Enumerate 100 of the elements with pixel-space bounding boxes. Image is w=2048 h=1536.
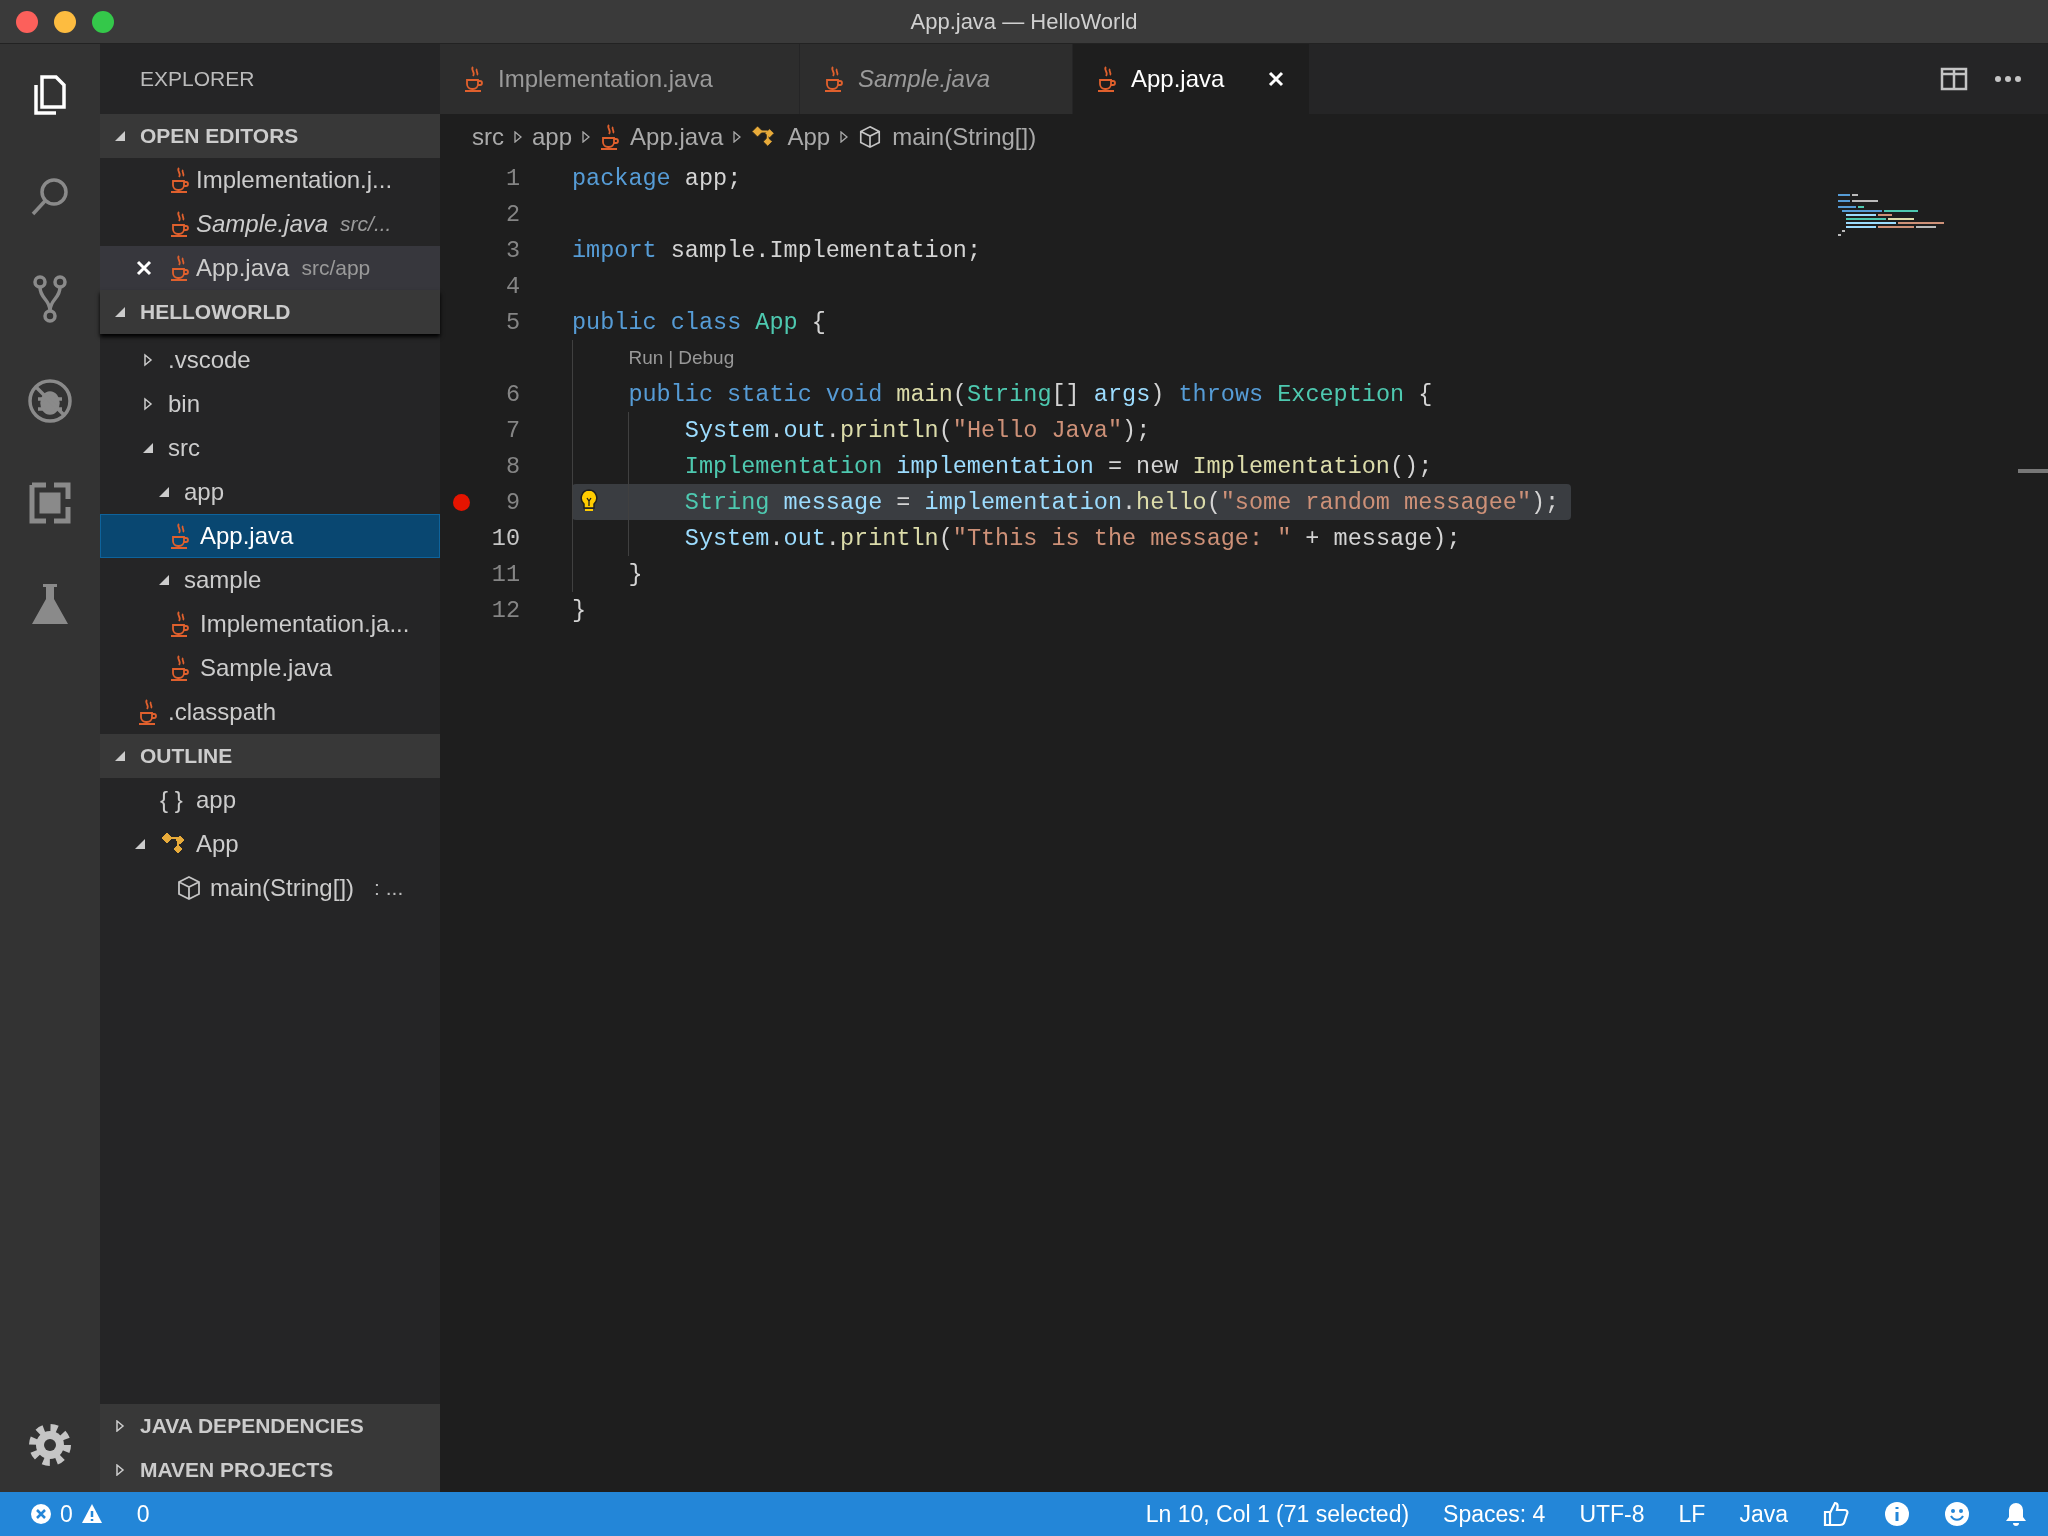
close-icon[interactable] <box>136 260 152 276</box>
open-editor-item[interactable]: Implementation.j... <box>100 158 440 202</box>
status-item[interactable]: LF <box>1678 1500 1706 1528</box>
lightbulb-icon[interactable] <box>580 489 598 513</box>
codelens-link[interactable]: Run <box>628 347 664 369</box>
caret-icon <box>142 353 154 367</box>
status-item[interactable]: Spaces: 4 <box>1443 1500 1546 1528</box>
breadcrumb[interactable]: src <box>472 123 504 151</box>
line-number: 4 <box>504 272 520 300</box>
chevron-icon <box>514 131 522 143</box>
coffee-cup-icon <box>464 65 484 93</box>
more-icon[interactable] <box>1994 75 2022 83</box>
status-item[interactable]: UTF-8 <box>1579 1500 1645 1528</box>
code-line: System.out.println("Hello Java"); <box>684 416 1151 444</box>
code-line: package app; <box>572 164 742 192</box>
error-icon[interactable] <box>30 1503 52 1525</box>
line-number: 2 <box>504 200 520 228</box>
info-icon[interactable] <box>1884 1501 1910 1527</box>
close-icon[interactable] <box>1268 71 1285 87</box>
coffee-cup-icon <box>170 654 190 682</box>
tree-item[interactable]: Sample.java <box>100 646 440 690</box>
tree-item[interactable]: sample <box>100 558 440 602</box>
maximize-window-button[interactable] <box>92 11 114 33</box>
breadcrumb[interactable]: App <box>787 123 831 151</box>
coffee-cup-icon <box>170 254 190 282</box>
status-item[interactable]: Java <box>1739 1500 1788 1528</box>
warning-icon[interactable] <box>80 1503 103 1525</box>
coffee-cup-icon <box>138 698 158 726</box>
settings-icon[interactable] <box>27 1422 73 1468</box>
cube-icon <box>176 875 202 901</box>
coffee-cup-icon <box>170 610 190 638</box>
coffee-cup-icon <box>600 123 621 151</box>
open-editor-item[interactable]: App.java src/app <box>100 246 440 290</box>
outline-item[interactable]: App <box>100 822 440 866</box>
caret-icon <box>158 573 170 587</box>
overview-ruler-mark <box>2018 469 2048 473</box>
smiley-icon[interactable] <box>1944 1501 1970 1527</box>
line-number: 5 <box>504 308 520 336</box>
no-bug-icon[interactable] <box>26 377 74 425</box>
codelens-link[interactable]: Debug <box>678 347 735 369</box>
code-line: } <box>628 560 643 588</box>
outline-detail: : ... <box>374 876 404 900</box>
section-header[interactable]: MAVEN PROJECTS <box>100 1448 440 1492</box>
line-number: 12 <box>490 596 520 624</box>
breadcrumb[interactable]: app <box>532 123 573 151</box>
code-line: public class App { <box>572 308 826 336</box>
sidebar-title: EXPLORER <box>140 67 255 91</box>
section-header[interactable]: JAVA DEPENDENCIES <box>100 1404 440 1448</box>
coffee-cup-icon <box>170 522 190 550</box>
section-header[interactable]: HELLOWORLD <box>100 290 440 334</box>
code-line: System.out.println("Tthis is the message: " + message); <box>684 524 1461 552</box>
warning-count[interactable]: 0 <box>136 1500 150 1528</box>
tree-item[interactable]: src <box>100 426 440 470</box>
tree-item[interactable]: .vscode <box>100 338 440 382</box>
branch-icon[interactable] <box>32 274 68 324</box>
caret-icon <box>142 397 154 411</box>
tree-item[interactable]: app <box>100 470 440 514</box>
coffee-cup-icon <box>1097 65 1117 93</box>
line-number: 11 <box>490 560 520 588</box>
line-number: 9 <box>504 488 520 516</box>
cube-icon <box>858 125 883 149</box>
caret-icon <box>142 441 154 455</box>
line-number: 7 <box>504 416 520 444</box>
breakpoint-dot[interactable] <box>453 493 470 511</box>
chevron-icon <box>733 131 742 143</box>
error-count[interactable]: 0 <box>60 1500 73 1528</box>
breadcrumb[interactable]: App.java <box>630 123 724 151</box>
caret-icon <box>114 130 126 142</box>
status-item[interactable]: Ln 10, Col 1 (71 selected) <box>1145 1500 1410 1528</box>
line-number: 6 <box>504 380 520 408</box>
tree-item[interactable]: App.java <box>100 514 440 558</box>
minimize-window-button[interactable] <box>54 11 76 33</box>
open-editor-item[interactable]: Sample.java src/... <box>100 202 440 246</box>
caret-icon <box>114 750 126 762</box>
code-line: Implementation implementation = new Implementation(); <box>684 452 1433 480</box>
tree-item[interactable]: Implementation.ja... <box>100 602 440 646</box>
section-header[interactable]: OUTLINE <box>100 734 440 778</box>
breadcrumb[interactable]: main(String[]) <box>892 123 1037 151</box>
editor-tab[interactable]: Implementation.java <box>440 44 800 114</box>
close-window-button[interactable] <box>16 11 38 33</box>
tree-item[interactable]: .classpath <box>100 690 440 734</box>
section-header[interactable]: OPEN EDITORS <box>100 114 440 158</box>
outline-item[interactable]: { } app <box>100 778 440 822</box>
line-number: 10 <box>490 524 520 552</box>
coffee-cup-icon <box>170 210 190 238</box>
editor-tab[interactable]: Sample.java <box>800 44 1073 114</box>
caret-icon <box>114 306 126 318</box>
line-number: 3 <box>504 236 520 264</box>
extensions-icon[interactable] <box>28 481 72 525</box>
outline-item[interactable]: main(String[]) : ... <box>100 866 440 910</box>
code-line: import sample.Implementation; <box>572 236 981 264</box>
window-title: App.java — HelloWorld <box>910 8 1138 35</box>
caret-icon <box>114 1464 126 1476</box>
code-line: String message = implementation.hello("some random messagee"); <box>684 488 1560 516</box>
tree-item[interactable]: bin <box>100 382 440 426</box>
caret-icon <box>114 1420 126 1432</box>
bell-icon[interactable] <box>2004 1501 2028 1527</box>
thumbs-up-icon[interactable] <box>1822 1500 1850 1528</box>
split-editor-icon[interactable] <box>1940 67 1968 91</box>
editor-tab[interactable]: App.java <box>1073 44 1310 114</box>
